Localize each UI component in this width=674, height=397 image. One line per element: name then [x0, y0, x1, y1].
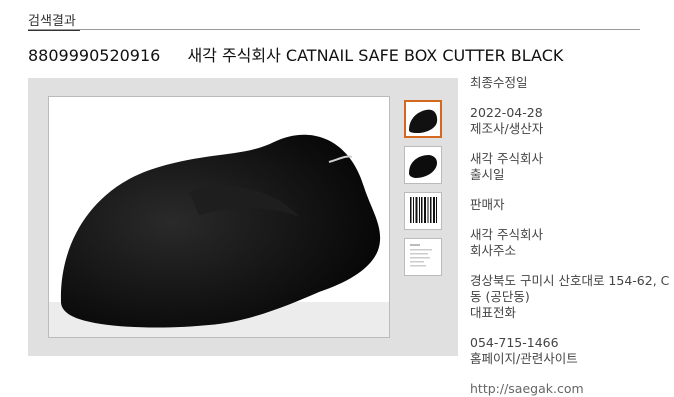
thumbnail-label-document[interactable]: [404, 238, 442, 276]
product-info-panel: 최종수정일 2022-04-28 제조사/생산자 새각 주식회사 출시일 판매자…: [470, 75, 670, 397]
address-value: 경상북도 구미시 산호대로 154-62, C동 (공단동): [470, 273, 670, 304]
thumbnail-product-angle[interactable]: [404, 146, 442, 184]
modified-date-value: 2022-04-28: [470, 105, 543, 120]
phone-label: 대표전화: [470, 305, 517, 320]
product-code: 8809990520916: [28, 46, 161, 65]
phone-value: 054-715-1466: [470, 335, 559, 350]
website-link[interactable]: http://saegak.com: [470, 381, 670, 397]
seller-value: 새각 주식회사: [470, 227, 543, 242]
thumbnail-barcode[interactable]: [404, 192, 442, 230]
product-heading: 8809990520916 새각 주식회사 CATNAIL SAFE BOX C…: [28, 42, 563, 66]
seller-label: 판매자: [470, 197, 505, 212]
manufacturer-value: 새각 주식회사: [470, 151, 543, 166]
thumbnail-product-front[interactable]: [404, 100, 442, 138]
website-label: 홈페이지/관련사이트: [470, 351, 578, 366]
address-label: 회사주소: [470, 243, 517, 258]
image-gallery: [28, 78, 458, 356]
section-title-text: 검색결과: [28, 14, 76, 29]
modified-date-label: 최종수정일: [470, 75, 528, 90]
release-date-label: 출시일: [470, 167, 505, 182]
section-title: 검색결과: [28, 10, 80, 31]
manufacturer-label: 제조사/생산자: [470, 121, 544, 136]
main-product-image: [48, 96, 390, 338]
divider: [28, 29, 640, 30]
product-name: 새각 주식회사 CATNAIL SAFE BOX CUTTER BLACK: [187, 46, 564, 65]
